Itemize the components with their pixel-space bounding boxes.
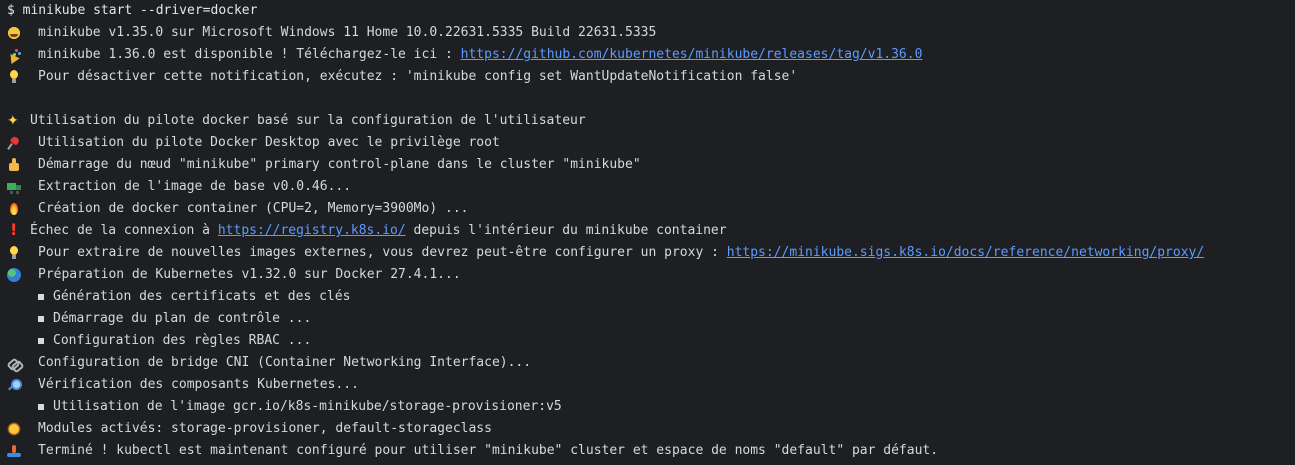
command-line: $ minikube start --driver=docker xyxy=(7,0,1295,22)
line-text: depuis l'intérieur du minikube container xyxy=(405,223,727,238)
thumbs-up-icon xyxy=(7,158,21,172)
line-text: minikube v1.35.0 sur Microsoft Windows 1… xyxy=(38,25,657,40)
fire-icon xyxy=(7,202,21,216)
output-line: Échec de la connexion à https://registry… xyxy=(7,219,1295,242)
output-line: Configuration de bridge CNI (Container N… xyxy=(7,352,1295,374)
line-text: Démarrage du nœud "minikube" primary con… xyxy=(38,157,641,172)
output-line: Pour extraire de nouvelles images extern… xyxy=(7,242,1295,264)
line-text: Extraction de l'image de base v0.0.46... xyxy=(38,179,352,194)
output-line: Création de docker container (CPU=2, Mem… xyxy=(7,198,1295,220)
tractor-icon xyxy=(7,180,21,194)
line-text: Utilisation de l'image gcr.io/k8s-miniku… xyxy=(53,399,562,414)
terminal-output[interactable]: $ minikube start --driver=docker minikub… xyxy=(0,0,1295,465)
line-text: Préparation de Kubernetes v1.32.0 sur Do… xyxy=(38,267,461,282)
command-text: $ minikube start --driver=docker xyxy=(7,3,258,18)
line-text: Vérification des composants Kubernetes..… xyxy=(38,377,359,392)
party-popper-icon xyxy=(7,48,21,62)
output-line: Modules activés: storage-provisioner, de… xyxy=(7,418,1295,440)
output-subline: Démarrage du plan de contrôle ... xyxy=(7,308,1295,330)
line-text: Génération des certificats et des clés xyxy=(53,289,351,304)
bullet-icon xyxy=(38,294,44,300)
line-text: Création de docker container (CPU=2, Mem… xyxy=(38,201,469,216)
output-line: Préparation de Kubernetes v1.32.0 sur Do… xyxy=(7,264,1295,286)
output-subline: Utilisation de l'image gcr.io/k8s-miniku… xyxy=(7,396,1295,418)
magnifier-icon xyxy=(7,378,22,392)
output-line: Utilisation du pilote docker basé sur la… xyxy=(7,110,1295,132)
pushpin-icon xyxy=(7,136,21,150)
line-text: Pour extraire de nouvelles images extern… xyxy=(38,245,727,260)
output-line: Pour désactiver cette notification, exéc… xyxy=(7,66,1295,88)
exclamation-icon xyxy=(7,219,21,241)
output-line: Vérification des composants Kubernetes..… xyxy=(7,374,1295,396)
bullet-icon xyxy=(38,338,44,344)
line-text: Modules activés: storage-provisioner, de… xyxy=(38,421,492,436)
light-bulb-icon xyxy=(7,70,21,84)
release-link[interactable]: https://github.com/kubernetes/minikube/r… xyxy=(461,44,923,66)
output-line: minikube 1.36.0 est disponible ! Télécha… xyxy=(7,44,1295,66)
globe-icon xyxy=(7,268,21,282)
line-text: Configuration des règles RBAC ... xyxy=(53,333,312,348)
registry-link[interactable]: https://registry.k8s.io/ xyxy=(218,220,406,242)
output-line: Démarrage du nœud "minikube" primary con… xyxy=(7,154,1295,176)
output-subline: Configuration des règles RBAC ... xyxy=(7,330,1295,352)
line-text: Utilisation du pilote Docker Desktop ave… xyxy=(38,135,500,150)
line-text: Terminé ! kubectl est maintenant configu… xyxy=(38,443,939,458)
smiling-face-icon xyxy=(7,26,21,40)
line-text: minikube 1.36.0 est disponible ! Télécha… xyxy=(38,47,461,62)
line-text: Pour désactiver cette notification, exéc… xyxy=(38,69,798,84)
output-line: Terminé ! kubectl est maintenant configu… xyxy=(7,440,1295,462)
line-text: Échec de la connexion à xyxy=(30,223,218,238)
line-text: Utilisation du pilote docker basé sur la… xyxy=(30,113,586,128)
bullet-icon xyxy=(38,316,44,322)
sun-icon xyxy=(7,422,21,436)
link-icon xyxy=(7,356,21,370)
proxy-docs-link[interactable]: https://minikube.sigs.k8s.io/docs/refere… xyxy=(727,242,1204,264)
output-subline: Génération des certificats et des clés xyxy=(7,286,1295,308)
output-line: minikube v1.35.0 sur Microsoft Windows 1… xyxy=(7,22,1295,44)
output-line: Utilisation du pilote Docker Desktop ave… xyxy=(7,132,1295,154)
bullet-icon xyxy=(38,404,44,410)
surfer-icon xyxy=(7,444,21,458)
output-line: Extraction de l'image de base v0.0.46... xyxy=(7,176,1295,198)
light-bulb-icon xyxy=(7,246,21,260)
line-text: Configuration de bridge CNI (Container N… xyxy=(38,355,532,370)
sparkles-icon xyxy=(7,110,21,132)
line-text: Démarrage du plan de contrôle ... xyxy=(53,311,312,326)
